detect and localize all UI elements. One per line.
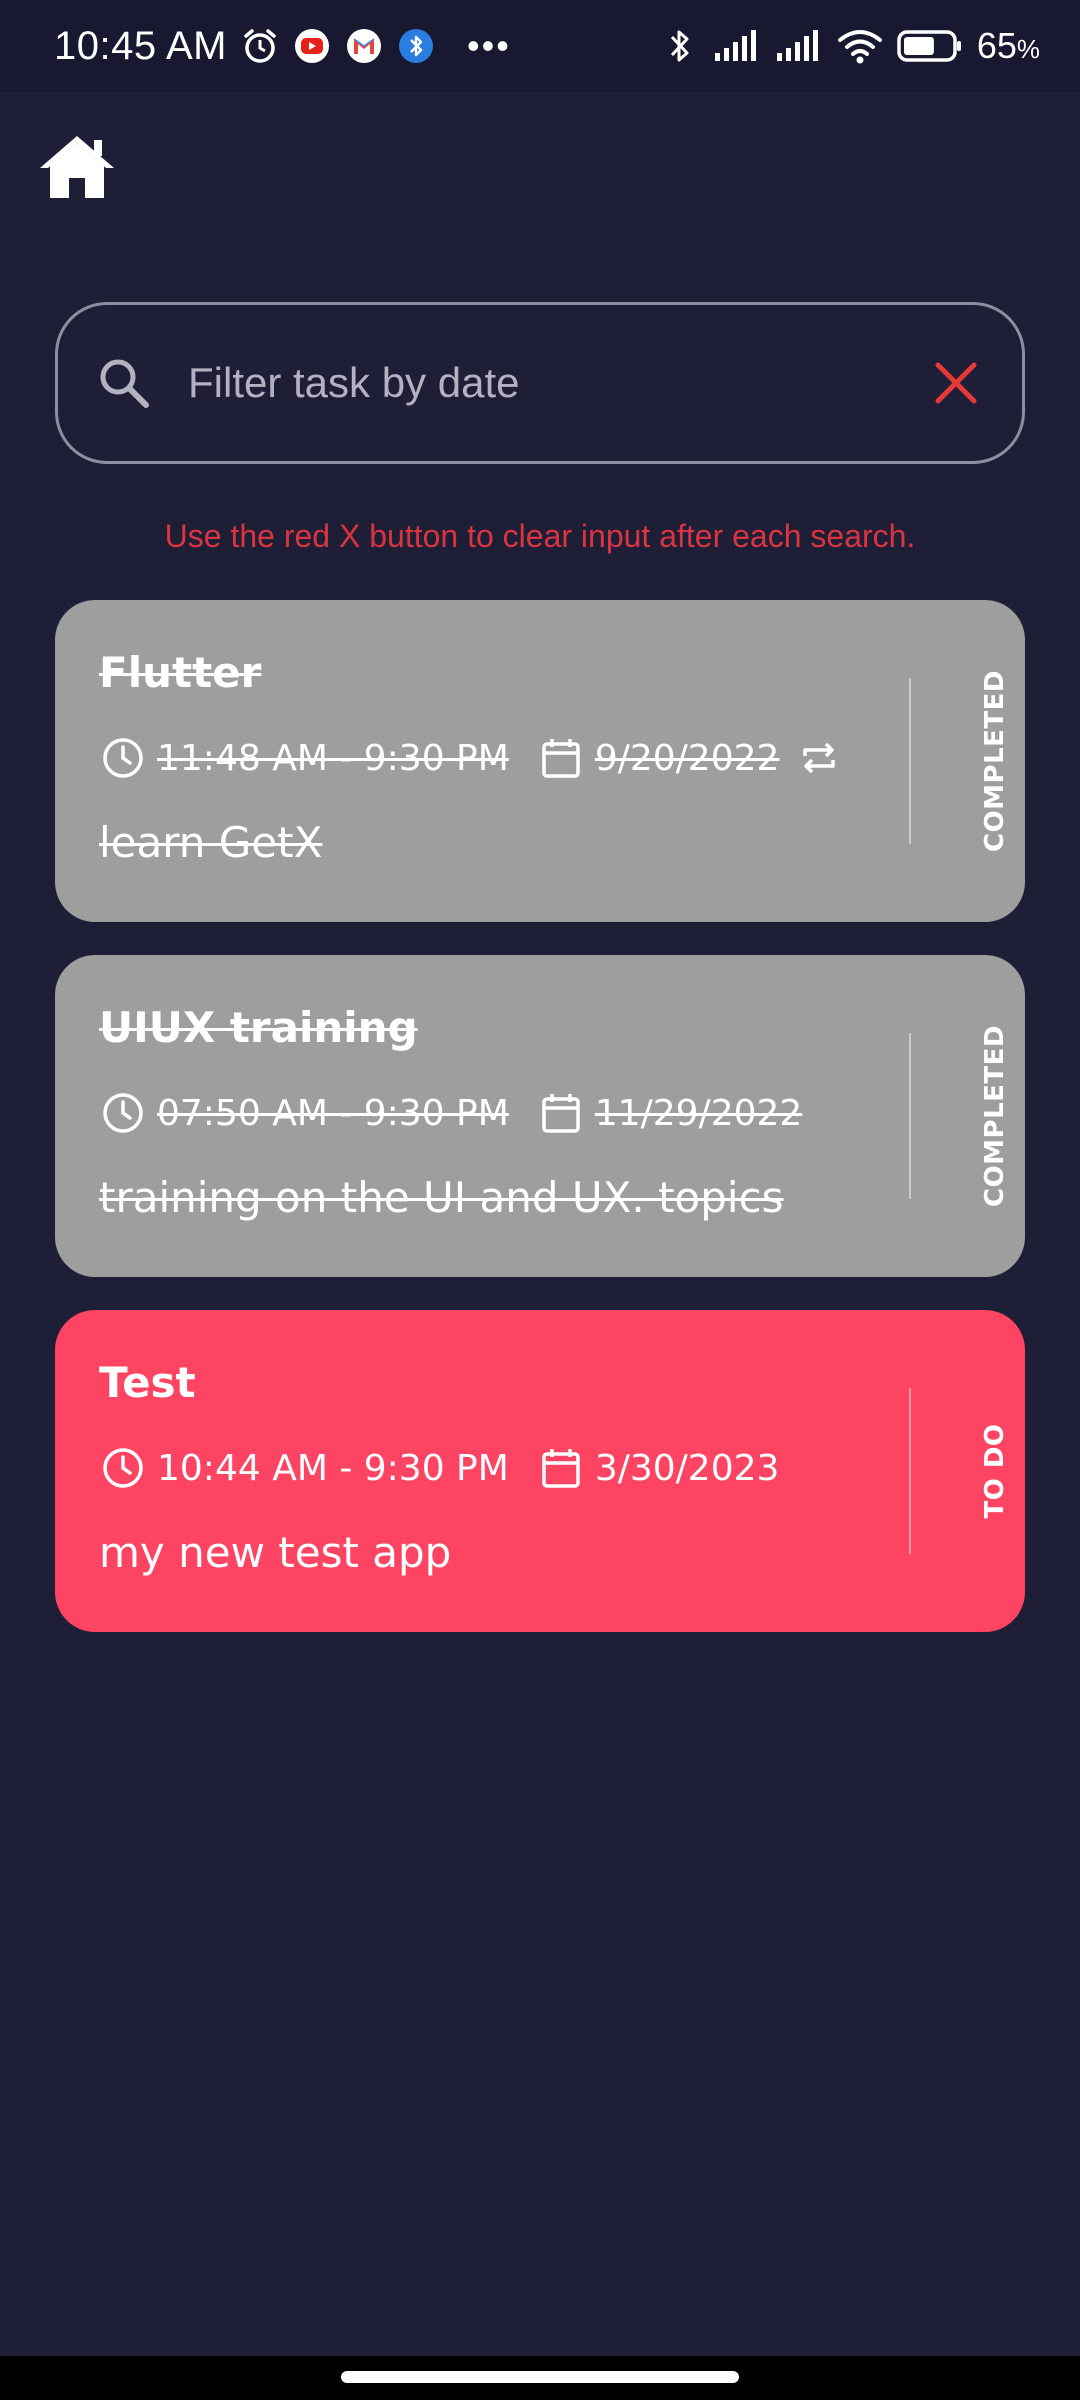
- close-icon: [935, 362, 977, 404]
- task-time: 07:50 AM - 9:30 PM: [157, 1092, 509, 1134]
- battery-icon: [897, 27, 963, 65]
- home-button[interactable]: [36, 130, 118, 204]
- date-filter-input[interactable]: [188, 305, 948, 461]
- app-screen: 10:45 AM ••• 65% Filter task by date Use…: [0, 0, 1080, 2400]
- signal-icon-2: [775, 27, 823, 65]
- status-bar: 10:45 AM ••• 65%: [0, 0, 1080, 92]
- search-icon: [94, 353, 154, 413]
- task-meta: 11:48 AM - 9:30 PM 9/20/2022: [99, 728, 843, 788]
- calendar-icon: [537, 734, 585, 782]
- card-divider: [909, 1388, 911, 1554]
- task-meta: 07:50 AM - 9:30 PM 11/29/2022: [99, 1083, 802, 1143]
- wifi-icon: [837, 27, 883, 65]
- task-note: learn GetX: [99, 818, 323, 867]
- clear-input-button[interactable]: [928, 355, 984, 411]
- task-card[interactable]: UIUX training 07:50 AM - 9:30 PM 11/29/2…: [55, 955, 1025, 1277]
- clear-input-hint: Use the red X button to clear input afte…: [164, 518, 916, 554]
- battery-percent-unit: %: [1016, 34, 1040, 64]
- alarm-icon: [241, 27, 279, 65]
- card-divider: [909, 678, 911, 844]
- home-icon: [40, 136, 114, 198]
- clock-icon: [99, 1444, 147, 1492]
- card-divider: [909, 1033, 911, 1199]
- task-meta: 10:44 AM - 9:30 PM 3/30/2023: [99, 1438, 779, 1498]
- battery-percent-value: 65: [976, 25, 1017, 66]
- bluetooth-app-icon: [397, 27, 435, 65]
- clock: 10:45 AM: [54, 23, 228, 68]
- youtube-icon: [293, 27, 331, 65]
- task-title: Test: [99, 1358, 196, 1407]
- status-bar-right: 65%: [661, 25, 1040, 67]
- task-note: my new test app: [99, 1528, 452, 1577]
- status-bar-left: 10:45 AM •••: [54, 24, 511, 69]
- repeat-icon: [795, 734, 843, 782]
- task-status: COMPLETED: [980, 669, 1010, 853]
- home-gesture-handle[interactable]: [341, 2371, 739, 2383]
- task-date: 3/30/2023: [594, 1447, 780, 1489]
- task-card[interactable]: Test 10:44 AM - 9:30 PM 3/30/2023 my new…: [55, 1310, 1025, 1632]
- task-note: training on the UI and UX. topics: [99, 1173, 784, 1222]
- task-time: 10:44 AM - 9:30 PM: [157, 1447, 509, 1489]
- clock-icon: [99, 734, 147, 782]
- date-filter-field[interactable]: [55, 302, 1025, 464]
- task-date: 9/20/2022: [594, 737, 780, 779]
- task-card[interactable]: Flutter 11:48 AM - 9:30 PM 9/20/2022 lea…: [55, 600, 1025, 922]
- calendar-icon: [537, 1444, 585, 1492]
- battery-percent: 65%: [977, 25, 1040, 67]
- gmail-icon: [345, 27, 383, 65]
- task-status: COMPLETED: [980, 1024, 1010, 1208]
- more-notifications-icon: •••: [467, 25, 511, 66]
- task-title: Flutter: [99, 648, 262, 697]
- task-title: UIUX training: [99, 1003, 418, 1052]
- task-date: 11/29/2022: [594, 1092, 803, 1134]
- clock-icon: [99, 1089, 147, 1137]
- signal-icon-1: [713, 27, 761, 65]
- bluetooth-icon: [661, 27, 699, 65]
- calendar-icon: [537, 1089, 585, 1137]
- task-status: TO DO: [980, 1423, 1010, 1519]
- task-time: 11:48 AM - 9:30 PM: [157, 737, 509, 779]
